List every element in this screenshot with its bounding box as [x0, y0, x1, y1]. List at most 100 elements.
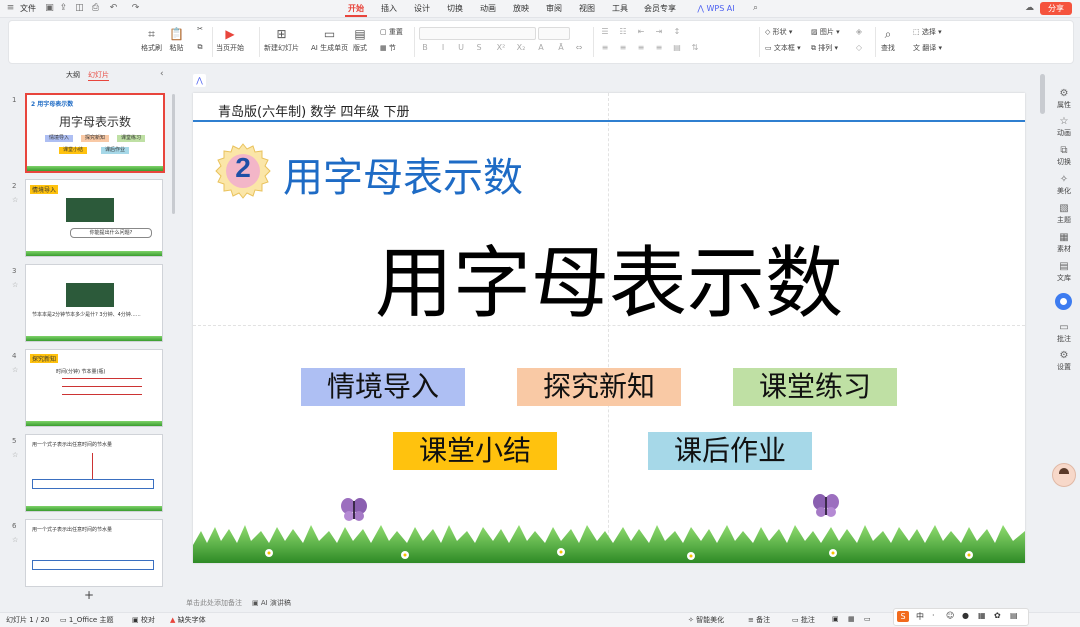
underline-icon[interactable]: U: [455, 43, 467, 52]
distribute-icon[interactable]: ▤: [671, 43, 683, 52]
rail-properties[interactable]: ⚙ 属性: [1048, 88, 1080, 110]
slide-canvas[interactable]: 青岛版(六年制) 数学 四年级 下册 2 用字母表示数 用字母表示数 情境导入 …: [193, 93, 1025, 563]
section-button[interactable]: ▦ 节: [380, 43, 396, 54]
missing-font-button[interactable]: ▲ 缺失字体: [170, 615, 206, 625]
slide-thumbnail[interactable]: 用一个式子表示出任意时间的节水量: [25, 434, 163, 512]
font-family-select[interactable]: [419, 27, 536, 40]
tab-outline[interactable]: 大纲: [66, 70, 80, 80]
rail-beautify[interactable]: ✧ 美化: [1048, 174, 1080, 196]
translate-button[interactable]: 文 翻译 ▾: [913, 43, 942, 54]
rail-comments[interactable]: ▭ 批注: [1048, 322, 1080, 344]
highlight-icon[interactable]: Ā: [555, 43, 567, 52]
panel-scrollbar[interactable]: [172, 94, 175, 214]
text-direction-icon[interactable]: ⇅: [689, 43, 701, 52]
align-left-icon[interactable]: ≡: [599, 43, 611, 52]
tab-design[interactable]: 设计: [411, 3, 433, 15]
slide-thumbnail[interactable]: 2 用字母表示数 用字母表示数 情境导入 探究新知 课堂练习 课堂小结 课后作业: [25, 93, 165, 173]
picture-button[interactable]: ▨ 图片 ▾: [811, 27, 840, 38]
slide-thumbnail[interactable]: 情境导入 你能提出什么问题?: [25, 179, 163, 257]
tab-review[interactable]: 审阅: [543, 3, 565, 15]
align-center-icon[interactable]: ≡: [617, 43, 629, 52]
star-icon[interactable]: ☆: [12, 366, 18, 374]
export-pdf-icon[interactable]: ◫: [74, 3, 85, 14]
shape-button[interactable]: ◇ 形状 ▾: [765, 27, 792, 38]
file-menu[interactable]: 文件: [18, 3, 38, 15]
sogou-icon[interactable]: S: [897, 611, 909, 622]
normal-view-icon[interactable]: ▣: [832, 615, 839, 623]
bullets-icon[interactable]: ☰: [599, 27, 611, 36]
rail-theme[interactable]: ▧ 主题: [1048, 203, 1080, 225]
star-icon[interactable]: ☆: [12, 536, 18, 544]
font-size-select[interactable]: [538, 27, 570, 40]
decrease-indent-icon[interactable]: ⇤: [635, 27, 647, 36]
share-button[interactable]: 分享: [1040, 2, 1072, 15]
rail-animation[interactable]: ☆ 动画: [1048, 116, 1080, 138]
cut-button[interactable]: ✂: [195, 25, 205, 33]
slide-thumbnail[interactable]: 用一个式子表示出任意时间的节水量: [25, 519, 163, 587]
hamburger-icon[interactable]: ≡: [5, 3, 16, 14]
slide-scrollbar[interactable]: [1040, 74, 1045, 114]
cloud-icon[interactable]: ☁: [1024, 3, 1035, 14]
font-color-icon[interactable]: A: [535, 43, 547, 52]
redo-icon[interactable]: ↷: [130, 3, 141, 14]
notes-toggle[interactable]: ≡ 备注: [748, 615, 770, 625]
theme-name[interactable]: ▭ 1_Office 主题: [60, 615, 113, 625]
paste-button[interactable]: 📋 粘贴: [169, 27, 184, 53]
collapse-panel-icon[interactable]: ‹: [160, 69, 164, 79]
avatar[interactable]: [1052, 463, 1076, 487]
notes-placeholder[interactable]: 单击此处添加备注: [186, 598, 242, 608]
tab-slideshow[interactable]: 放映: [510, 3, 532, 15]
reset-button[interactable]: ▢ 重置: [380, 27, 403, 38]
rail-settings[interactable]: ⚙ 设置: [1048, 350, 1080, 372]
shape-fill-icon[interactable]: ◈: [853, 27, 865, 36]
rail-library[interactable]: ▤ 文库: [1048, 261, 1080, 283]
ai-assistant-icon[interactable]: ⋀: [193, 74, 206, 87]
mic-icon[interactable]: ●: [962, 611, 969, 620]
add-slide-icon[interactable]: +: [84, 588, 94, 602]
tab-home[interactable]: 开始: [345, 3, 367, 17]
tab-slides[interactable]: 幻灯片: [88, 70, 109, 81]
layout-button[interactable]: ▤ 版式: [353, 27, 367, 53]
star-icon[interactable]: ☆: [12, 451, 18, 459]
comments-toggle[interactable]: ▭ 批注: [792, 615, 815, 625]
proofread-button[interactable]: ▣ 校对: [132, 615, 155, 625]
arrange-button[interactable]: ⧉ 排列 ▾: [811, 43, 838, 54]
italic-icon[interactable]: I: [437, 43, 449, 52]
punctuation-icon[interactable]: ·: [932, 611, 935, 620]
copy-button[interactable]: ⧉: [195, 43, 205, 52]
new-slide-button[interactable]: ⊞ 新建幻灯片: [264, 27, 299, 53]
textbox-button[interactable]: ▭ 文本框 ▾: [765, 43, 801, 54]
emoji-icon[interactable]: ☺: [946, 611, 954, 620]
sorter-view-icon[interactable]: ▦: [848, 615, 855, 623]
search-icon[interactable]: ⌕: [750, 3, 761, 14]
star-icon[interactable]: ☆: [12, 196, 18, 204]
rail-materials[interactable]: ▦ 素材: [1048, 232, 1080, 254]
numbering-icon[interactable]: ☷: [617, 27, 629, 36]
smart-beautify-button[interactable]: ✧ 智能美化: [688, 615, 724, 625]
char-spacing-icon[interactable]: ⇔: [573, 43, 585, 52]
tab-animations[interactable]: 动画: [477, 3, 499, 15]
increase-indent-icon[interactable]: ⇥: [653, 27, 665, 36]
ai-single-page-button[interactable]: ▭ AI 生成单页: [311, 27, 348, 53]
superscript-icon[interactable]: X²: [495, 43, 507, 52]
slide-thumbnail[interactable]: 探究新知 时间(分钟) 节本量(瓶): [25, 349, 163, 427]
strikethrough-icon[interactable]: S: [473, 43, 485, 52]
reading-view-icon[interactable]: ▭: [864, 615, 871, 623]
justify-icon[interactable]: ≡: [653, 43, 665, 52]
tab-view[interactable]: 视图: [576, 3, 598, 15]
undo-icon[interactable]: ↶: [108, 3, 119, 14]
bold-icon[interactable]: B: [419, 43, 431, 52]
tab-wps-ai[interactable]: ⋀ WPS AI: [694, 3, 738, 15]
keyboard-icon[interactable]: ▦: [978, 611, 986, 620]
print-icon[interactable]: ⎙: [90, 3, 101, 14]
tab-insert[interactable]: 插入: [378, 3, 400, 15]
tab-transitions[interactable]: 切换: [444, 3, 466, 15]
skin-icon[interactable]: ✿: [994, 611, 1001, 620]
share-doc-icon[interactable]: ⇪: [58, 3, 69, 14]
tools-icon[interactable]: ▤: [1010, 611, 1018, 620]
ime-toolbar[interactable]: S 中 · ☺ ● ▦ ✿ ▤: [893, 608, 1029, 626]
chinese-mode-icon[interactable]: 中: [916, 611, 924, 622]
assistant-bubble-icon[interactable]: [1055, 293, 1072, 310]
line-spacing-icon[interactable]: ↕: [671, 27, 683, 36]
subscript-icon[interactable]: X₂: [515, 43, 527, 52]
